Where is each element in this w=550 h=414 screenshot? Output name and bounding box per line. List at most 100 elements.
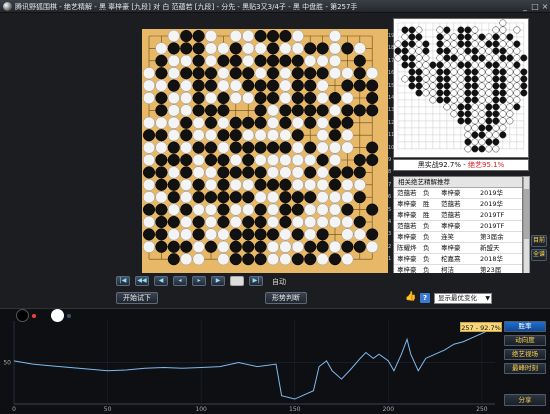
white-stone[interactable] bbox=[279, 153, 292, 167]
black-stone[interactable] bbox=[192, 141, 205, 154]
black-stone[interactable] bbox=[180, 153, 193, 167]
chart-mode-button[interactable]: 胜率 bbox=[504, 321, 546, 332]
black-stone[interactable] bbox=[254, 203, 267, 216]
white-stone[interactable] bbox=[316, 79, 329, 92]
white-stone[interactable] bbox=[279, 129, 292, 142]
white-stone[interactable] bbox=[192, 116, 205, 129]
white-stone[interactable] bbox=[142, 67, 156, 80]
white-stone[interactable] bbox=[291, 116, 304, 129]
white-stone[interactable] bbox=[341, 178, 354, 191]
black-stone[interactable] bbox=[180, 116, 193, 129]
black-stone[interactable] bbox=[192, 191, 205, 204]
black-stone[interactable] bbox=[229, 228, 242, 241]
white-stone[interactable] bbox=[142, 178, 156, 191]
table-row[interactable]: 辜梓豪负 连笑 第3届余 bbox=[394, 232, 522, 243]
go-board[interactable] bbox=[142, 29, 388, 275]
white-stone[interactable] bbox=[291, 178, 304, 191]
black-stone[interactable] bbox=[242, 253, 255, 266]
black-stone[interactable] bbox=[353, 54, 366, 67]
white-stone[interactable] bbox=[167, 91, 180, 105]
black-stone[interactable] bbox=[353, 191, 366, 204]
white-stone[interactable] bbox=[291, 141, 304, 154]
white-stone[interactable] bbox=[316, 116, 329, 129]
black-stone[interactable] bbox=[279, 29, 292, 43]
white-stone[interactable] bbox=[328, 240, 342, 253]
white-stone[interactable] bbox=[229, 79, 242, 92]
white-stone[interactable] bbox=[204, 42, 218, 55]
black-stone[interactable] bbox=[192, 91, 205, 105]
black-stone[interactable] bbox=[167, 191, 180, 204]
white-stone[interactable] bbox=[291, 42, 304, 55]
white-stone[interactable] bbox=[204, 91, 218, 105]
black-stone[interactable] bbox=[242, 191, 255, 204]
chart-mode-button[interactable]: 动向度 bbox=[504, 335, 546, 346]
white-stone[interactable] bbox=[229, 29, 242, 43]
black-stone[interactable] bbox=[192, 178, 205, 191]
white-stone[interactable] bbox=[229, 153, 242, 167]
white-stone[interactable] bbox=[353, 178, 366, 191]
black-stone[interactable] bbox=[155, 228, 168, 241]
white-stone[interactable] bbox=[192, 240, 205, 253]
white-stone[interactable] bbox=[304, 153, 317, 167]
black-stone[interactable] bbox=[229, 191, 242, 204]
black-stone[interactable] bbox=[316, 228, 329, 241]
black-stone[interactable] bbox=[155, 153, 168, 167]
black-stone[interactable] bbox=[254, 228, 267, 241]
white-stone[interactable] bbox=[180, 253, 193, 266]
white-stone[interactable] bbox=[266, 153, 280, 167]
black-stone[interactable] bbox=[180, 67, 193, 80]
black-stone[interactable] bbox=[229, 240, 242, 253]
black-stone[interactable] bbox=[229, 116, 242, 129]
white-stone[interactable] bbox=[279, 228, 292, 241]
white-stone[interactable] bbox=[291, 240, 304, 253]
black-stone[interactable] bbox=[229, 253, 242, 266]
white-stone[interactable] bbox=[242, 203, 255, 216]
black-stone[interactable] bbox=[192, 29, 205, 43]
white-stone[interactable] bbox=[142, 141, 156, 154]
white-stone[interactable] bbox=[266, 240, 280, 253]
black-stone[interactable] bbox=[229, 141, 242, 154]
black-stone[interactable] bbox=[304, 253, 317, 266]
table-row[interactable]: 范蕴若负 辜梓豪 2019TF bbox=[394, 221, 522, 232]
black-stone[interactable] bbox=[167, 215, 180, 229]
black-stone[interactable] bbox=[242, 228, 255, 241]
white-stone[interactable] bbox=[142, 79, 156, 92]
black-stone[interactable] bbox=[217, 91, 230, 105]
black-stone[interactable] bbox=[304, 166, 317, 179]
black-stone[interactable] bbox=[229, 42, 242, 55]
white-stone[interactable] bbox=[341, 215, 354, 229]
black-stone[interactable] bbox=[204, 116, 218, 129]
white-stone[interactable] bbox=[180, 54, 193, 67]
black-stone[interactable] bbox=[254, 116, 267, 129]
black-stone[interactable] bbox=[366, 104, 379, 117]
white-stone[interactable] bbox=[217, 67, 230, 80]
white-stone[interactable] bbox=[229, 178, 242, 191]
white-stone[interactable] bbox=[328, 191, 342, 204]
black-stone[interactable] bbox=[192, 42, 205, 55]
black-stone[interactable] bbox=[279, 54, 292, 67]
white-stone[interactable] bbox=[180, 141, 193, 154]
black-stone[interactable] bbox=[304, 191, 317, 204]
white-stone[interactable] bbox=[316, 91, 329, 105]
black-stone[interactable] bbox=[229, 166, 242, 179]
white-stone[interactable] bbox=[266, 253, 280, 266]
black-stone[interactable] bbox=[204, 153, 218, 167]
black-stone[interactable] bbox=[304, 104, 317, 117]
white-stone[interactable] bbox=[204, 228, 218, 241]
black-stone[interactable] bbox=[316, 67, 329, 80]
black-stone[interactable] bbox=[341, 104, 354, 117]
situation-judge-button[interactable]: 形势判断 bbox=[265, 292, 307, 304]
black-stone[interactable] bbox=[353, 104, 366, 117]
white-stone[interactable] bbox=[366, 67, 379, 80]
black-stone[interactable] bbox=[341, 166, 354, 179]
white-stone[interactable] bbox=[192, 203, 205, 216]
black-stone[interactable] bbox=[304, 141, 317, 154]
white-stone[interactable] bbox=[366, 240, 379, 253]
black-stone[interactable] bbox=[328, 178, 342, 191]
white-stone[interactable] bbox=[328, 54, 342, 67]
tab-full-record[interactable]: 全谱 bbox=[531, 249, 547, 261]
black-stone[interactable] bbox=[204, 104, 218, 117]
black-stone[interactable] bbox=[217, 129, 230, 142]
white-stone[interactable] bbox=[180, 91, 193, 105]
white-stone[interactable] bbox=[204, 166, 218, 179]
